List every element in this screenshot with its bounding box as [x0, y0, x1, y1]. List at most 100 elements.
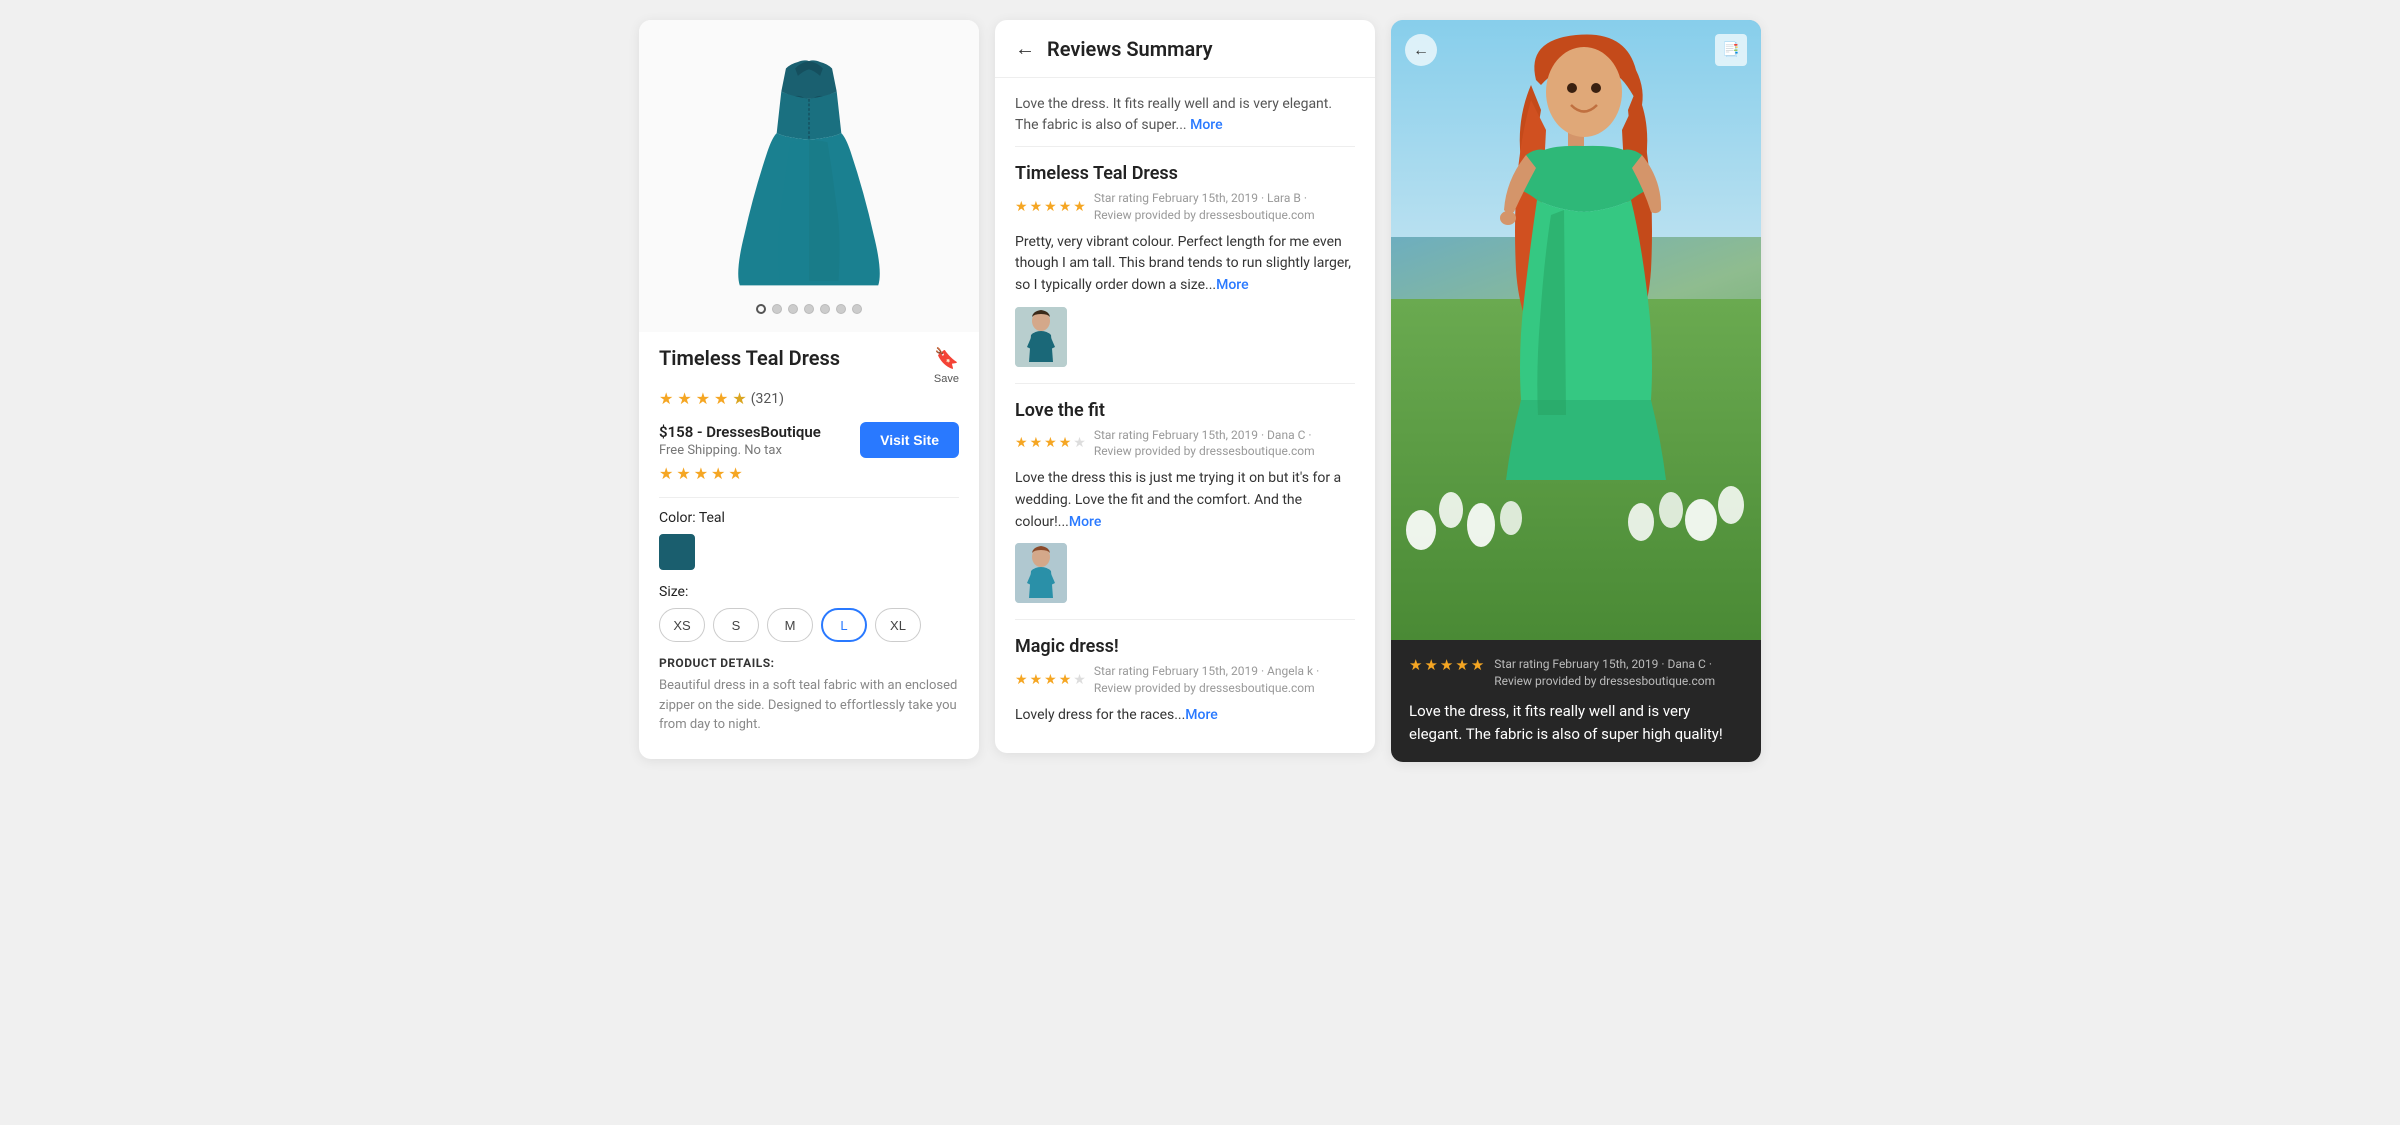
review-3-stars: ★ ★ ★ ★ ★ — [1015, 672, 1086, 688]
divider — [659, 497, 959, 498]
review-2-title: Love the fit — [1015, 400, 1355, 421]
mobile-photo-area: ← 📑 — [1391, 20, 1761, 640]
details-text: Beautiful dress in a soft teal fabric wi… — [659, 676, 959, 735]
size-s[interactable]: S — [713, 608, 759, 642]
review-teaser: Love the dress. It fits really well and … — [1015, 78, 1355, 147]
review-item-2: Love the fit ★ ★ ★ ★ ★ Star rating Febru… — [1015, 384, 1355, 621]
seller-star-1: ★ — [659, 464, 673, 483]
review-1-meta-line: Star rating February 15th, 2019 · Lara B… — [1094, 190, 1315, 207]
dot-7[interactable] — [852, 304, 862, 314]
back-arrow-icon[interactable]: ← — [1015, 36, 1035, 61]
color-swatch-teal[interactable] — [659, 534, 695, 570]
teaser-more-link[interactable]: More — [1190, 117, 1223, 133]
mobile-review-source: Star rating February 15th, 2019 · Dana C… — [1494, 656, 1715, 690]
dot-6[interactable] — [836, 304, 846, 314]
seller-rating-stars: ★ ★ ★ ★ ★ — [659, 464, 959, 483]
star-4: ★ — [714, 389, 728, 408]
review-3-source: Star rating February 15th, 2019 · Angela… — [1094, 663, 1319, 697]
save-button[interactable]: 🔖 Save — [934, 346, 959, 385]
product-image-area — [639, 20, 979, 332]
mobile-preview-panel: ← 📑 — [1391, 20, 1761, 762]
product-title: Timeless Teal Dress — [659, 346, 840, 370]
mobile-review-card: ★ ★ ★ ★ ★ Star rating February 15th, 201… — [1391, 640, 1761, 762]
color-section: Color: Teal — [639, 510, 979, 570]
size-options: XS S M L XL — [659, 608, 959, 642]
color-label: Color: Teal — [659, 510, 959, 526]
mobile-meta-line2: Review provided by dressesboutique.com — [1494, 673, 1715, 690]
review-3-title: Magic dress! — [1015, 636, 1355, 657]
reviews-scroll-area[interactable]: Love the dress. It fits really well and … — [995, 78, 1375, 753]
size-m[interactable]: M — [767, 608, 813, 642]
mobile-bookmark-icon: 📑 — [1722, 42, 1739, 58]
dot-2[interactable] — [772, 304, 782, 314]
reviews-panel: ← Reviews Summary Love the dress. It fit… — [995, 20, 1375, 753]
size-l[interactable]: L — [821, 608, 867, 642]
product-dress-image — [709, 50, 909, 290]
price-row: $158 - DressesBoutique Free Shipping. No… — [659, 422, 959, 458]
teaser-text: Love the dress. It fits really well and … — [1015, 96, 1332, 133]
reviews-header: ← Reviews Summary — [995, 20, 1375, 78]
seller-star-3: ★ — [694, 464, 708, 483]
woman-figure — [1436, 20, 1716, 580]
review-2-source-line: Review provided by dressesboutique.com — [1094, 443, 1315, 460]
review-3-meta: ★ ★ ★ ★ ★ Star rating February 15th, 201… — [1015, 663, 1355, 697]
review-3-more-link[interactable]: More — [1185, 707, 1218, 723]
review-2-text: Love the dress this is just me trying it… — [1015, 468, 1355, 533]
mobile-bookmark-button[interactable]: 📑 — [1715, 34, 1747, 66]
review-1-text: Pretty, very vibrant colour. Perfect len… — [1015, 232, 1355, 297]
review-1-stars: ★ ★ ★ ★ ★ — [1015, 199, 1086, 215]
review-item-1: Timeless Teal Dress ★ ★ ★ ★ ★ Star ratin… — [1015, 147, 1355, 384]
review-1-title: Timeless Teal Dress — [1015, 163, 1355, 184]
details-title: PRODUCT DETAILS: — [659, 656, 959, 670]
product-title-row: Timeless Teal Dress 🔖 Save — [659, 346, 959, 385]
dot-5[interactable] — [820, 304, 830, 314]
dot-1[interactable] — [756, 304, 766, 314]
review-2-thumb — [1015, 543, 1067, 603]
product-panel: Timeless Teal Dress 🔖 Save ★ ★ ★ ★ ★ (32… — [639, 20, 979, 759]
review-item-3: Magic dress! ★ ★ ★ ★ ★ Star rating Febru… — [1015, 620, 1355, 752]
product-details-section: PRODUCT DETAILS: Beautiful dress in a so… — [639, 656, 979, 735]
review-3-meta-line: Star rating February 15th, 2019 · Angela… — [1094, 663, 1319, 680]
seller-star-4: ★ — [711, 464, 725, 483]
mobile-review-text: Love the dress, it fits really well and … — [1409, 700, 1743, 747]
star-3: ★ — [696, 389, 710, 408]
review-2-meta-line: Star rating February 15th, 2019 · Dana C… — [1094, 427, 1315, 444]
review-1-thumb — [1015, 307, 1067, 367]
review-3-source-line: Review provided by dressesboutique.com — [1094, 680, 1319, 697]
size-xs[interactable]: XS — [659, 608, 705, 642]
review-1-meta: ★ ★ ★ ★ ★ Star rating February 15th, 201… — [1015, 190, 1355, 224]
star-2: ★ — [677, 389, 691, 408]
visit-site-button[interactable]: Visit Site — [860, 422, 959, 458]
dot-3[interactable] — [788, 304, 798, 314]
review-2-source: Star rating February 15th, 2019 · Dana C… — [1094, 427, 1315, 461]
review-1-source-line: Review provided by dressesboutique.com — [1094, 207, 1315, 224]
seller-star-5: ★ — [728, 464, 742, 483]
review-2-meta: ★ ★ ★ ★ ★ Star rating February 15th, 201… — [1015, 427, 1355, 461]
mobile-meta-line1: Star rating February 15th, 2019 · Dana C… — [1494, 656, 1715, 673]
star-1: ★ — [659, 389, 673, 408]
review-count: (321) — [751, 391, 784, 407]
review-2-more-link[interactable]: More — [1069, 514, 1102, 530]
dot-4[interactable] — [804, 304, 814, 314]
seller-name: DressesBoutique — [706, 423, 821, 441]
review-3-text: Lovely dress for the races...More — [1015, 705, 1355, 727]
size-xl[interactable]: XL — [875, 608, 921, 642]
mobile-top-bar: ← 📑 — [1405, 34, 1747, 66]
mobile-review-meta: ★ ★ ★ ★ ★ Star rating February 15th, 201… — [1409, 656, 1743, 690]
review-2-stars: ★ ★ ★ ★ ★ — [1015, 435, 1086, 451]
review-1-thumb-image — [1015, 307, 1067, 367]
reviews-title: Reviews Summary — [1047, 37, 1213, 61]
shipping-info: Free Shipping. No tax — [659, 443, 821, 458]
mobile-back-button[interactable]: ← — [1405, 34, 1437, 66]
price: $158 — [659, 423, 693, 441]
star-5-half: ★ — [732, 389, 746, 408]
product-rating-row: ★ ★ ★ ★ ★ (321) — [659, 389, 959, 408]
product-info-section: Timeless Teal Dress 🔖 Save ★ ★ ★ ★ ★ (32… — [639, 332, 979, 498]
seller-separator: - — [697, 423, 706, 441]
review-1-more-link[interactable]: More — [1216, 277, 1249, 293]
seller-star-2: ★ — [676, 464, 690, 483]
bookmark-icon: 🔖 — [934, 346, 959, 371]
price-info: $158 - DressesBoutique Free Shipping. No… — [659, 423, 821, 458]
image-carousel-dots — [756, 304, 862, 314]
save-label: Save — [934, 373, 959, 385]
